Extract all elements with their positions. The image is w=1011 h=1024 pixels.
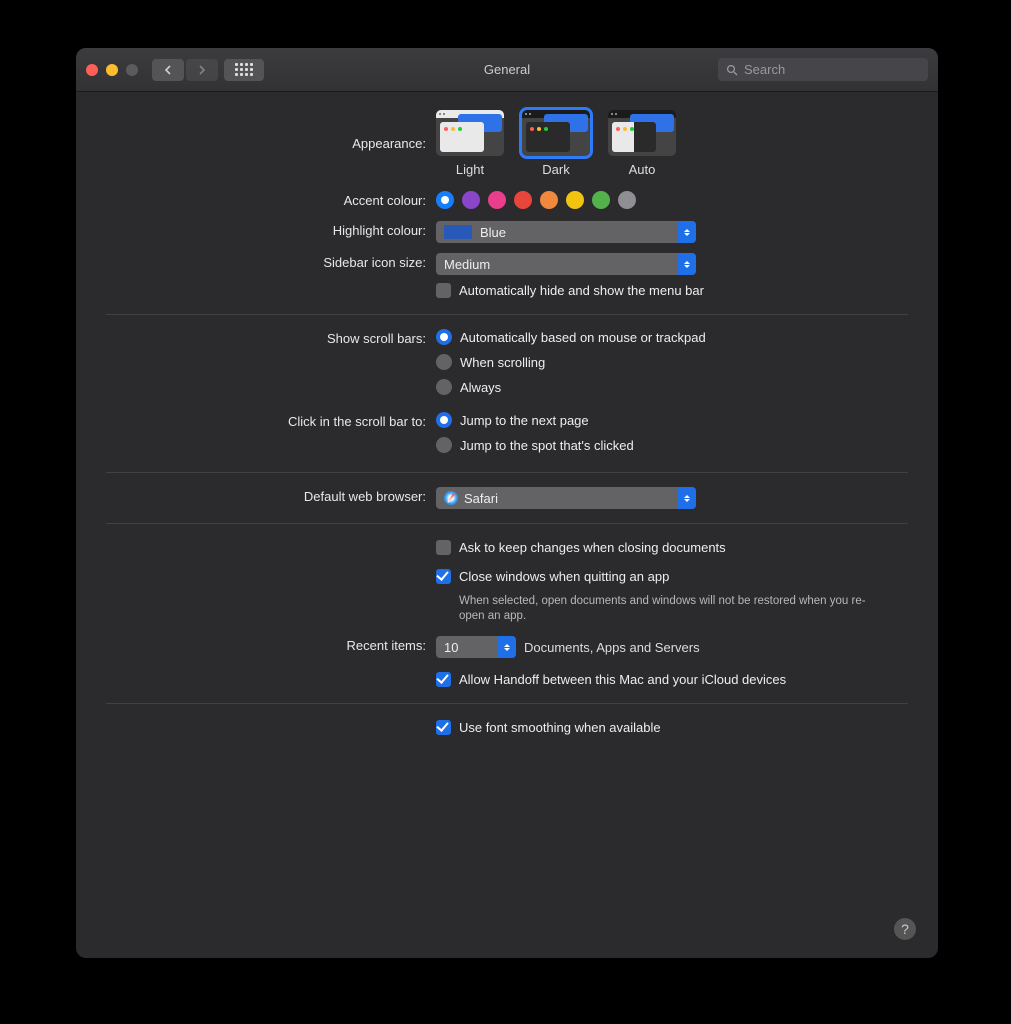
highlight-swatch-icon <box>444 225 472 239</box>
accent-swatches <box>436 191 908 209</box>
separator <box>106 314 908 315</box>
close-windows-label: Close windows when quitting an app <box>459 567 669 586</box>
separator <box>106 472 908 473</box>
appearance-dark-label: Dark <box>542 162 569 177</box>
scrollbars-auto[interactable]: Automatically based on mouse or trackpad <box>436 329 908 345</box>
recent-label: Recent items: <box>106 636 436 656</box>
highlight-select[interactable]: Blue <box>436 221 696 243</box>
titlebar: General Search <box>76 48 938 92</box>
scrollbars-when-scrolling[interactable]: When scrolling <box>436 354 908 370</box>
select-arrows-icon <box>678 221 696 243</box>
grid-icon <box>235 63 253 76</box>
scrollbars-when-scrolling-label: When scrolling <box>460 355 545 370</box>
handoff-label: Allow Handoff between this Mac and your … <box>459 670 786 689</box>
appearance-auto-label: Auto <box>629 162 656 177</box>
click-scroll-next-page-label: Jump to the next page <box>460 413 589 428</box>
separator <box>106 703 908 704</box>
radio-icon <box>436 437 452 453</box>
preferences-window: General Search Appearance: Light <box>76 48 938 958</box>
checkbox-icon <box>436 283 451 298</box>
font-smoothing-checkbox[interactable]: Use font smoothing when available <box>436 718 908 737</box>
help-button[interactable]: ? <box>894 918 916 940</box>
accent-blue[interactable] <box>436 191 454 209</box>
auto-hide-menubar-checkbox[interactable]: Automatically hide and show the menu bar <box>436 281 908 300</box>
click-scroll-spot-label: Jump to the spot that's clicked <box>460 438 634 453</box>
ask-changes-checkbox[interactable]: Ask to keep changes when closing documen… <box>436 538 908 557</box>
back-button[interactable] <box>152 59 184 81</box>
radio-icon <box>436 379 452 395</box>
chevron-right-icon <box>198 65 206 75</box>
browser-select[interactable]: Safari <box>436 487 696 509</box>
click-scroll-next-page[interactable]: Jump to the next page <box>436 412 908 428</box>
search-placeholder: Search <box>744 62 785 77</box>
checkbox-icon <box>436 720 451 735</box>
auto-hide-menubar-label: Automatically hide and show the menu bar <box>459 281 704 300</box>
accent-label: Accent colour: <box>106 191 436 211</box>
accent-green[interactable] <box>592 191 610 209</box>
search-field[interactable]: Search <box>718 58 928 81</box>
scrollbars-always[interactable]: Always <box>436 379 908 395</box>
appearance-options: Light Dark Auto <box>436 110 908 177</box>
nav-buttons <box>152 59 218 81</box>
checkbox-icon <box>436 672 451 687</box>
browser-value: Safari <box>464 491 498 506</box>
checkbox-icon <box>436 569 451 584</box>
appearance-light[interactable]: Light <box>436 110 504 177</box>
accent-orange[interactable] <box>540 191 558 209</box>
appearance-label: Appearance: <box>106 110 436 154</box>
font-smoothing-label: Use font smoothing when available <box>459 718 661 737</box>
click-scroll-label: Click in the scroll bar to: <box>106 412 436 432</box>
select-arrows-icon <box>678 253 696 275</box>
highlight-label: Highlight colour: <box>106 221 436 241</box>
sidebar-icon-value: Medium <box>444 257 490 272</box>
scrollbars-always-label: Always <box>460 380 501 395</box>
accent-graphite[interactable] <box>618 191 636 209</box>
browser-label: Default web browser: <box>106 487 436 507</box>
appearance-light-thumb <box>436 110 504 156</box>
close-windows-checkbox[interactable]: Close windows when quitting an app <box>436 567 908 586</box>
accent-purple[interactable] <box>462 191 480 209</box>
separator <box>106 523 908 524</box>
accent-red[interactable] <box>514 191 532 209</box>
safari-icon <box>444 491 458 505</box>
traffic-lights <box>86 64 138 76</box>
radio-icon <box>436 329 452 345</box>
radio-icon <box>436 412 452 428</box>
content: Appearance: Light Dark <box>76 92 938 763</box>
select-arrows-icon <box>678 487 696 509</box>
accent-yellow[interactable] <box>566 191 584 209</box>
zoom-window-button <box>126 64 138 76</box>
close-windows-hint: When selected, open documents and window… <box>459 594 879 624</box>
highlight-value: Blue <box>480 225 506 240</box>
select-arrows-icon <box>498 636 516 658</box>
recent-suffix: Documents, Apps and Servers <box>524 640 700 655</box>
scrollbars-auto-label: Automatically based on mouse or trackpad <box>460 330 706 345</box>
close-window-button[interactable] <box>86 64 98 76</box>
recent-select[interactable]: 10 <box>436 636 516 658</box>
scrollbars-label: Show scroll bars: <box>106 329 436 349</box>
show-all-button[interactable] <box>224 59 264 81</box>
sidebar-icon-label: Sidebar icon size: <box>106 253 436 273</box>
radio-icon <box>436 354 452 370</box>
appearance-dark-thumb <box>522 110 590 156</box>
ask-changes-label: Ask to keep changes when closing documen… <box>459 538 726 557</box>
accent-pink[interactable] <box>488 191 506 209</box>
click-scroll-spot[interactable]: Jump to the spot that's clicked <box>436 437 908 453</box>
checkbox-icon <box>436 540 451 555</box>
forward-button <box>186 59 218 81</box>
handoff-checkbox[interactable]: Allow Handoff between this Mac and your … <box>436 670 908 689</box>
appearance-light-label: Light <box>456 162 484 177</box>
chevron-left-icon <box>164 65 172 75</box>
appearance-dark[interactable]: Dark <box>522 110 590 177</box>
minimize-window-button[interactable] <box>106 64 118 76</box>
appearance-auto-thumb <box>608 110 676 156</box>
recent-value: 10 <box>444 640 458 655</box>
appearance-auto[interactable]: Auto <box>608 110 676 177</box>
search-icon <box>726 64 738 76</box>
sidebar-icon-select[interactable]: Medium <box>436 253 696 275</box>
